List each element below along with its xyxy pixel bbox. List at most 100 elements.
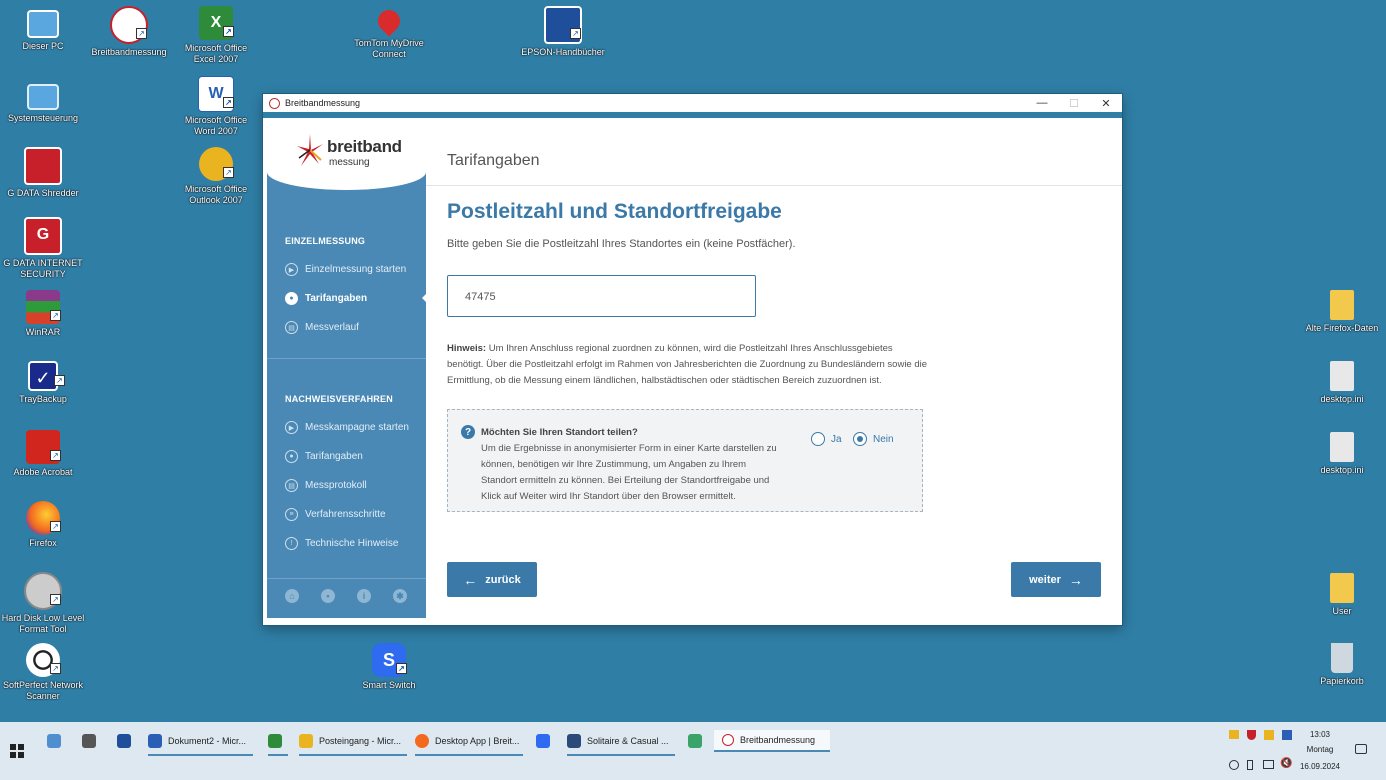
sidebar: breitband messung EINZELMESSUNG ▶ Einzel… bbox=[267, 118, 427, 618]
gear-icon[interactable]: ✱ bbox=[393, 589, 407, 603]
hint-label: Hinweis: bbox=[447, 343, 487, 354]
monitor-icon: ↗ bbox=[544, 6, 582, 44]
next-button[interactable]: weiter → bbox=[1011, 562, 1101, 597]
nav-item-messprotokoll[interactable]: ▤ Messprotokoll bbox=[285, 479, 367, 492]
arrow-right-icon: → bbox=[1068, 571, 1083, 588]
start-button[interactable] bbox=[10, 740, 24, 762]
desktop-icon-user[interactable]: User bbox=[1299, 573, 1385, 617]
radio-circle-ja[interactable] bbox=[811, 432, 825, 446]
taskbar-calculator[interactable] bbox=[82, 730, 102, 752]
desktop-icon-alte-firefox-daten[interactable]: Alte Firefox-Daten bbox=[1299, 290, 1385, 334]
close-button[interactable]: ✕ bbox=[1090, 94, 1122, 112]
window-title: Breitbandmessung bbox=[285, 98, 361, 108]
sidebar-footer-divider bbox=[267, 578, 426, 579]
taskbar-outlook[interactable]: Posteingang - Micr... bbox=[299, 730, 407, 756]
desktop-icon-gdata-shredder[interactable]: G DATA Shredder bbox=[0, 147, 86, 199]
notification-icon[interactable] bbox=[1355, 744, 1367, 754]
soccer-ball-icon: ↗ bbox=[26, 643, 61, 677]
cards-icon bbox=[567, 734, 581, 748]
firefox-icon bbox=[415, 734, 429, 748]
logo-text-messung: messung bbox=[329, 157, 370, 168]
recycle-bin-icon bbox=[1331, 643, 1353, 673]
desktop-icon-gdata-security[interactable]: G G DATA INTERNET SECURITY bbox=[0, 217, 86, 280]
nav-item-label: Messverlauf bbox=[305, 322, 359, 333]
desktop-icon-excel[interactable]: X ↗ Microsoft Office Excel 2007 bbox=[173, 6, 259, 65]
smart-switch-icon bbox=[536, 734, 550, 748]
desktop-icon-systemsteuerung[interactable]: Systemsteuerung bbox=[0, 78, 86, 124]
radio-ja[interactable]: Ja bbox=[811, 432, 842, 446]
desktop-icon-acrobat[interactable]: ↗ Adobe Acrobat bbox=[0, 430, 86, 478]
postal-code-input[interactable]: 47475 bbox=[447, 275, 756, 317]
radio-nein[interactable]: Nein bbox=[853, 432, 894, 446]
user-icon: ● bbox=[285, 292, 298, 305]
user-folder-icon bbox=[1330, 573, 1354, 603]
home-icon[interactable]: ⌂ bbox=[285, 589, 299, 603]
usb-tray-icon[interactable] bbox=[1247, 760, 1253, 770]
chat-icon[interactable]: ▪ bbox=[321, 589, 335, 603]
computer-icon bbox=[27, 10, 59, 38]
nav-item-einzelmessung-starten[interactable]: ▶ Einzelmessung starten bbox=[285, 263, 406, 276]
page-header: Tarifangaben bbox=[447, 152, 540, 169]
network-tray-icon[interactable] bbox=[1229, 760, 1239, 770]
page-subtitle: Bitte geben Sie die Postleitzahl Ihres S… bbox=[447, 238, 796, 250]
nav-item-label: Messkampagne starten bbox=[305, 422, 409, 433]
desktop-icon-desktop-ini-2[interactable]: desktop.ini bbox=[1299, 432, 1385, 476]
title-bar[interactable]: Breitbandmessung — ☐ ✕ bbox=[263, 94, 1122, 112]
desktop-icon-dieser-pc[interactable]: Dieser PC bbox=[0, 6, 86, 52]
volume-muted-icon[interactable]: 🔇 bbox=[1280, 758, 1292, 769]
desktop-icon-traybackup[interactable]: ✓ ↗ TrayBackup bbox=[0, 361, 86, 405]
desktop-icon-tomtom[interactable]: TomTom MyDrive Connect bbox=[346, 5, 432, 60]
mail-tray-icon[interactable] bbox=[1229, 730, 1239, 739]
clock-date[interactable]: 16.09.2024 bbox=[1297, 762, 1343, 771]
location-explanation: Um die Ergebnisse in anonymisierter Form… bbox=[481, 443, 777, 502]
display-tray-icon[interactable] bbox=[1263, 760, 1274, 769]
hint-text: Hinweis: Um Ihren Anschluss regional zuo… bbox=[447, 341, 929, 389]
tray-app-icon-2[interactable] bbox=[1282, 730, 1292, 740]
nav-item-verfahrensschritte[interactable]: ≡ Verfahrensschritte bbox=[285, 508, 386, 521]
logo[interactable]: breitband messung bbox=[267, 118, 426, 190]
nav-item-tarifangaben-nachweis[interactable]: ● Tarifangaben bbox=[285, 450, 363, 463]
minimize-button[interactable]: — bbox=[1026, 94, 1058, 112]
nav-item-technische-hinweise[interactable]: ! Technische Hinweise bbox=[285, 537, 398, 550]
desktop-icon-winrar[interactable]: ↗ WinRAR bbox=[0, 290, 86, 338]
app-icon bbox=[688, 734, 702, 748]
nav-section-einzelmessung: EINZELMESSUNG bbox=[285, 236, 366, 246]
desktop-icon-hdd-format[interactable]: ↗ Hard Disk Low Level Format Tool bbox=[0, 572, 86, 635]
maximize-button[interactable]: ☐ bbox=[1058, 94, 1090, 112]
taskbar-firefox[interactable]: Desktop App | Breit... bbox=[415, 730, 523, 756]
taskbar-scanner[interactable] bbox=[117, 730, 137, 752]
desktop-icon-word[interactable]: W ↗ Microsoft Office Word 2007 bbox=[173, 76, 259, 137]
nav-item-label: Tarifangaben bbox=[305, 293, 368, 304]
excel-icon bbox=[268, 734, 282, 748]
desktop-icon-outlook[interactable]: ↗ Microsoft Office Outlook 2007 bbox=[173, 147, 259, 206]
taskbar-excel[interactable] bbox=[268, 730, 288, 756]
desktop-icon-papierkorb[interactable]: Papierkorb bbox=[1299, 643, 1385, 687]
radio-label-ja: Ja bbox=[831, 433, 842, 445]
taskbar-solitaire[interactable]: Solitaire & Casual ... bbox=[567, 730, 675, 756]
desktop-icon-epson[interactable]: ↗ EPSON-Handbücher bbox=[520, 6, 606, 58]
nav-item-messkampagne-starten[interactable]: ▶ Messkampagne starten bbox=[285, 421, 409, 434]
desktop-icon-softperfect[interactable]: ↗ SoftPerfect Network Scanner bbox=[0, 643, 86, 702]
desktop-icon-firefox[interactable]: ↗ Firefox bbox=[0, 501, 86, 549]
taskbar-breitbandmessung[interactable]: Breitbandmessung bbox=[714, 730, 830, 752]
taskbar-explorer[interactable] bbox=[47, 730, 67, 752]
map-pin-icon bbox=[373, 5, 405, 37]
clock-time[interactable]: 13:03 bbox=[1303, 730, 1337, 739]
desktop-icon-desktop-ini-1[interactable]: desktop.ini bbox=[1299, 361, 1385, 405]
taskbar-smart-switch[interactable] bbox=[536, 730, 556, 752]
clock-day[interactable]: Montag bbox=[1297, 745, 1343, 754]
desktop-icon-breitbandmessung[interactable]: ↗ Breitbandmessung bbox=[86, 6, 172, 58]
taskbar-app[interactable] bbox=[688, 730, 708, 752]
app-window: Breitbandmessung — ☐ ✕ breitband messung… bbox=[263, 94, 1122, 625]
taskbar-label: Dokument2 - Micr... bbox=[168, 736, 247, 746]
back-button[interactable]: ← zurück bbox=[447, 562, 537, 597]
radio-circle-nein[interactable] bbox=[853, 432, 867, 446]
taskbar-word-doc[interactable]: Dokument2 - Micr... bbox=[148, 730, 253, 756]
desktop-icon-smart-switch[interactable]: S ↗ Smart Switch bbox=[346, 643, 432, 691]
info-icon[interactable]: i bbox=[357, 589, 371, 603]
tray-app-icon[interactable] bbox=[1264, 730, 1274, 740]
nav-item-messverlauf[interactable]: ▤ Messverlauf bbox=[285, 321, 359, 334]
gdata-tray-icon[interactable] bbox=[1247, 730, 1256, 740]
word-icon bbox=[148, 734, 162, 748]
nav-item-tarifangaben[interactable]: ● Tarifangaben bbox=[285, 292, 367, 305]
